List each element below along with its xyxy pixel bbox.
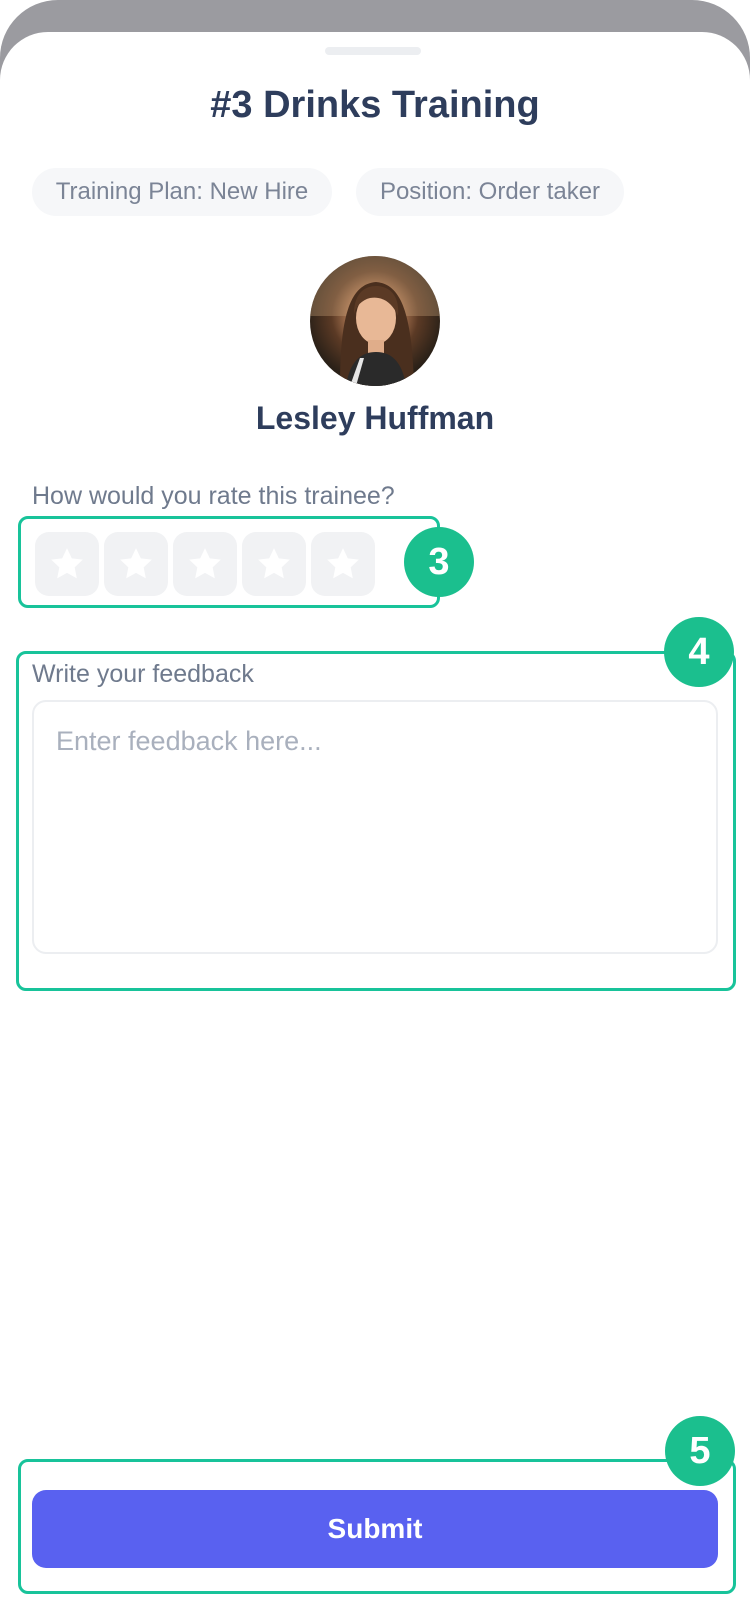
position-chip: Position: Order taker: [356, 168, 624, 216]
feedback-callout-badge: 4: [664, 617, 734, 687]
star-2-button[interactable]: [104, 532, 168, 596]
star-icon: [51, 548, 83, 579]
feedback-label: Write your feedback: [32, 660, 254, 688]
page-title: #3 Drinks Training: [210, 84, 540, 126]
rating-question: How would you rate this trainee?: [32, 482, 395, 510]
trainee-avatar: [310, 256, 440, 386]
submit-callout-badge: 5: [665, 1416, 735, 1486]
training-plan-chip: Training Plan: New Hire: [32, 168, 332, 216]
star-icon: [258, 548, 290, 579]
rating-callout-badge: 3: [404, 527, 474, 597]
feedback-textarea[interactable]: [32, 700, 718, 954]
submit-button[interactable]: Submit: [32, 1490, 718, 1568]
star-3-button[interactable]: [173, 532, 237, 596]
star-rating-group: [18, 516, 440, 608]
star-4-button[interactable]: [242, 532, 306, 596]
star-1-button[interactable]: [35, 532, 99, 596]
star-5-button[interactable]: [311, 532, 375, 596]
star-icon: [189, 548, 221, 579]
star-icon: [120, 548, 152, 579]
sheet-drag-handle[interactable]: [325, 47, 421, 55]
trainee-name: Lesley Huffman: [255, 400, 495, 436]
star-icon: [327, 548, 359, 579]
